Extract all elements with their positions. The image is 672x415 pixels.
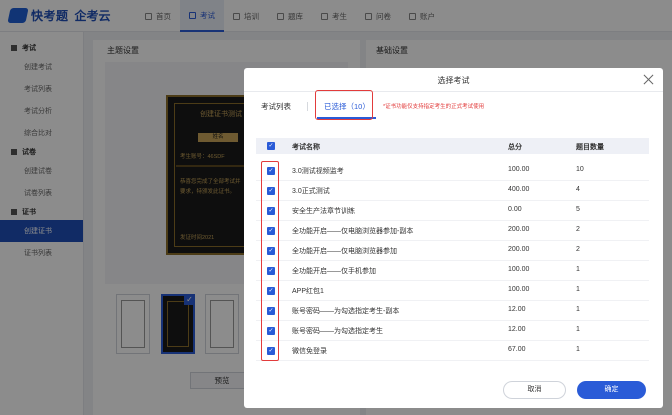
question-count: 10 (576, 166, 584, 173)
exam-score: 200.00 (508, 246, 530, 253)
exam-name: 安全生产法章节训练 (292, 208, 355, 215)
exam-score: 100.00 (508, 166, 530, 173)
exam-score: 200.00 (508, 226, 530, 233)
question-count: 2 (576, 246, 580, 253)
exam-name: 全功能开启——仅手机参加 (292, 268, 376, 275)
dialog-header: 选择考试 (244, 68, 663, 92)
exam-score: 12.00 (508, 306, 526, 313)
confirm-button[interactable]: 确定 (577, 381, 646, 399)
table-row[interactable]: ✓ 3.0正式测试 400.00 4 (256, 181, 649, 201)
table-row[interactable]: ✓ 账号密码——为勾选指定考生 12.00 1 (256, 321, 649, 341)
table-row[interactable]: ✓ 全功能开启——仅电脑浏览器参加-副本 200.00 2 (256, 221, 649, 241)
table-row[interactable]: ✓ 安全生产法章节训练 0.00 5 (256, 201, 649, 221)
exam-name: 微信免登录 (292, 348, 327, 355)
table-row[interactable]: ✓ 微信免登录 67.00 1 (256, 341, 649, 361)
question-count: 4 (576, 186, 580, 193)
exam-score: 12.00 (508, 326, 526, 333)
question-count: 2 (576, 226, 580, 233)
question-count: 1 (576, 286, 580, 293)
exam-score: 67.00 (508, 346, 526, 353)
table-row[interactable]: ✓ 全功能开启——仅电脑浏览器参加 200.00 2 (256, 241, 649, 261)
tab-divider (307, 102, 308, 111)
question-count: 1 (576, 326, 580, 333)
tab-exam-list[interactable]: 考试列表 (261, 101, 291, 112)
table-row[interactable]: ✓ 3.0测试视频监考 100.00 10 (256, 161, 649, 181)
certificate-note: *证书功能仅支持指定考生的正式考试使用 (383, 104, 485, 110)
table-row[interactable]: ✓ 账号密码——为勾选指定考生-副本 12.00 1 (256, 301, 649, 321)
exam-name: 全功能开启——仅电脑浏览器参加-副本 (292, 228, 414, 235)
exam-table-header: ✓ 考试名称 总分 题目数量 (256, 138, 649, 154)
table-row[interactable]: ✓ 全功能开启——仅手机参加 100.00 1 (256, 261, 649, 281)
exam-name: 3.0测试视频监考 (292, 168, 344, 175)
column-total-score: 总分 (508, 144, 522, 151)
close-icon[interactable] (643, 74, 654, 85)
highlight-box-checkboxes (261, 161, 279, 361)
question-count: 1 (576, 306, 580, 313)
highlight-box-tab (315, 90, 373, 120)
select-all-checkbox[interactable]: ✓ (267, 142, 275, 150)
cancel-button[interactable]: 取消 (503, 381, 566, 399)
exam-name: 账号密码——为勾选指定考生-副本 (292, 308, 400, 315)
exam-name: 3.0正式测试 (292, 188, 330, 195)
column-exam-name: 考试名称 (292, 144, 320, 151)
dialog-title: 选择考试 (437, 76, 470, 85)
exam-name: 账号密码——为勾选指定考生 (292, 328, 383, 335)
exam-score: 400.00 (508, 186, 530, 193)
exam-name: 全功能开启——仅电脑浏览器参加 (292, 248, 397, 255)
table-row[interactable]: ✓ APP红包1 100.00 1 (256, 281, 649, 301)
column-question-count: 题目数量 (576, 144, 604, 151)
select-exam-dialog: 选择考试 考试列表 已选择（10） *证书功能仅支持指定考生的正式考试使用 ✓ … (244, 68, 663, 408)
exam-score: 100.00 (508, 266, 530, 273)
exam-score: 0.00 (508, 206, 522, 213)
question-count: 5 (576, 206, 580, 213)
exam-name: APP红包1 (292, 288, 324, 295)
question-count: 1 (576, 266, 580, 273)
exam-score: 100.00 (508, 286, 530, 293)
question-count: 1 (576, 346, 580, 353)
